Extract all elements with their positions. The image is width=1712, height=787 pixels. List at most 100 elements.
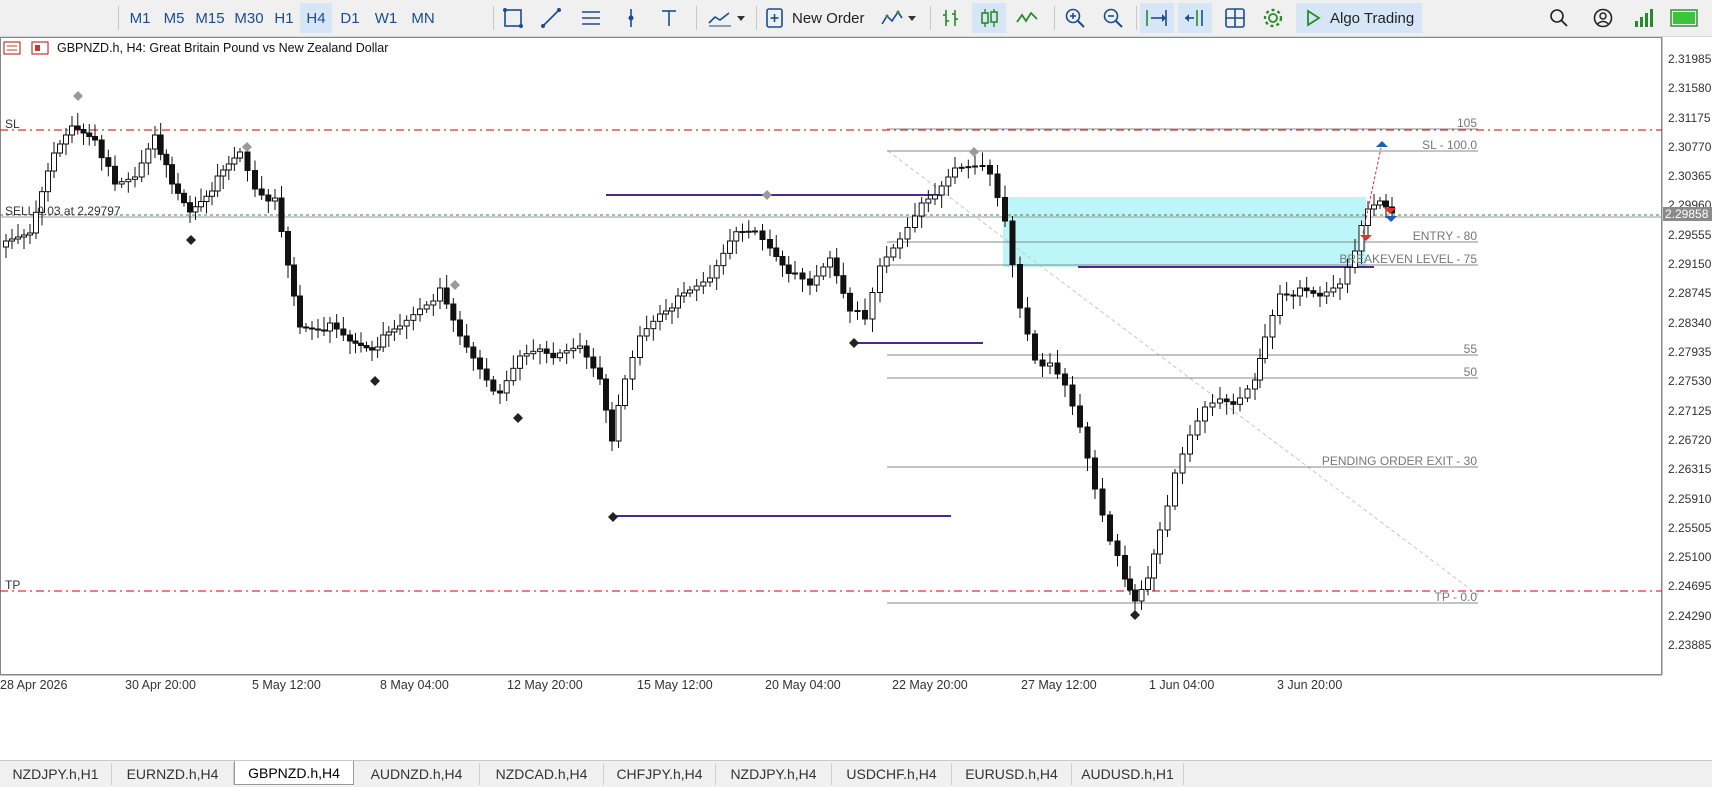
- candle-body: [483, 368, 490, 381]
- candlestick-chart-icon[interactable]: [972, 3, 1006, 33]
- text-tool-icon[interactable]: [654, 3, 684, 33]
- candle-body: [1172, 472, 1178, 507]
- chart-tab[interactable]: AUDNZD.h,H4: [354, 763, 480, 785]
- chart-window-icon-fill: [35, 45, 40, 51]
- timeframe-mn-button[interactable]: MN: [406, 3, 440, 33]
- candle-body: [1132, 589, 1138, 602]
- price-tick: 2.29555: [1668, 228, 1712, 242]
- candle-body: [1277, 293, 1283, 316]
- price-tick: 2.26720: [1668, 433, 1712, 447]
- candle-body: [1151, 553, 1157, 579]
- toolbar-separator: [493, 6, 494, 30]
- line-chart-icon[interactable]: [1012, 3, 1042, 33]
- supply-zone[interactable]: [1003, 197, 1366, 267]
- price-axis[interactable]: 2.31985 2.31580 2.31175 2.30770 2.30365 …: [1668, 52, 1712, 652]
- candle-body: [713, 265, 720, 279]
- chart-tab[interactable]: USDCHF.h,H4: [832, 763, 952, 785]
- candle-body: [833, 257, 840, 277]
- time-tick: 20 May 04:00: [765, 678, 841, 692]
- candle-body: [707, 277, 713, 283]
- signal-strength-icon[interactable]: [1630, 3, 1660, 33]
- candle-body: [1330, 287, 1337, 293]
- candle-body: [517, 355, 523, 369]
- chart-canvas[interactable]: GBPNZD.h, H4: Great Britain Pound vs New…: [0, 37, 1712, 760]
- candle-body: [1187, 434, 1193, 455]
- candle-body: [397, 325, 403, 330]
- candle-body: [854, 310, 861, 312]
- candle-body: [15, 236, 21, 240]
- vertical-line-tool-icon[interactable]: [616, 3, 646, 33]
- candle-body: [918, 202, 925, 217]
- candle-body: [669, 307, 675, 312]
- signals-dropdown-icon[interactable]: [880, 3, 920, 33]
- candle-body: [958, 166, 965, 169]
- chart-tab[interactable]: EURUSD.h,H4: [952, 763, 1072, 785]
- candle-body: [570, 347, 577, 352]
- account-icon[interactable]: [1588, 3, 1618, 33]
- candle-body: [897, 238, 903, 249]
- candle-body: [752, 230, 758, 233]
- timeframe-h1-button[interactable]: H1: [270, 3, 298, 33]
- fib-label: BREAKEVEN LEVEL - 75: [1339, 252, 1477, 266]
- candle-body: [537, 348, 543, 352]
- crosshair-tool-icon[interactable]: [498, 3, 528, 33]
- candle-body: [1209, 402, 1216, 408]
- candle-body: [340, 328, 347, 336]
- settings-gear-icon[interactable]: [1258, 3, 1288, 33]
- candle-body: [105, 157, 112, 167]
- plot-area: [0, 37, 1662, 675]
- candle-body: [590, 356, 597, 369]
- candle-body: [663, 310, 669, 315]
- candle-body: [603, 378, 609, 411]
- candle-body: [27, 232, 33, 236]
- toolbar-separator: [1136, 6, 1137, 30]
- chart-shift-icon[interactable]: [1178, 3, 1212, 33]
- new-order-button[interactable]: New Order: [764, 3, 868, 33]
- time-tick: 28 Apr 2026: [0, 678, 67, 692]
- grid-layout-icon[interactable]: [1220, 3, 1250, 33]
- search-icon[interactable]: [1544, 3, 1574, 33]
- chart-tab[interactable]: NZDJPY.h,H4: [716, 763, 832, 785]
- candle-body: [1017, 264, 1023, 309]
- timeframe-d1-button[interactable]: D1: [334, 3, 366, 33]
- chart-tab[interactable]: CHFJPY.h,H4: [604, 763, 716, 785]
- timeframe-m15-button[interactable]: M15: [192, 3, 228, 33]
- price-chart[interactable]: GBPNZD.h, H4: Great Britain Pound vs New…: [0, 37, 1712, 760]
- auto-scroll-icon[interactable]: [1140, 3, 1174, 33]
- candle-body: [637, 335, 643, 358]
- timeframe-m30-button[interactable]: M30: [230, 3, 268, 33]
- candle-body: [912, 215, 918, 228]
- candle-body: [244, 151, 251, 171]
- chart-tab[interactable]: EURNZD.h,H4: [112, 763, 234, 785]
- chart-tab-active[interactable]: GBPNZD.h,H4: [234, 761, 354, 785]
- candle-body: [1039, 359, 1046, 367]
- algo-trading-button[interactable]: Algo Trading: [1296, 3, 1422, 33]
- chart-tab[interactable]: AUDUSD.h,H1: [1072, 763, 1184, 785]
- price-tick: 2.29150: [1668, 257, 1712, 271]
- time-tick: 8 May 04:00: [380, 678, 449, 692]
- time-axis[interactable]: 28 Apr 2026 30 Apr 20:00 5 May 12:00 8 M…: [0, 678, 1342, 692]
- indicators-dropdown-icon[interactable]: [704, 3, 750, 33]
- chart-tab[interactable]: NZDJPY.h,H1: [0, 763, 112, 785]
- candle-body: [1092, 457, 1098, 490]
- sell-order-label: SELL 0.03 at 2.29797: [5, 204, 121, 218]
- trendline-tool-icon[interactable]: [536, 3, 566, 33]
- timeframe-h4-button[interactable]: H4: [300, 3, 332, 33]
- zoom-in-icon[interactable]: [1060, 3, 1090, 33]
- chart-tabs: NZDJPY.h,H1 EURNZD.h,H4 GBPNZD.h,H4 AUDN…: [0, 760, 1712, 787]
- candle-body: [869, 292, 876, 320]
- timeframe-m1-button[interactable]: M1: [124, 3, 156, 33]
- candle-body: [987, 165, 993, 175]
- candle-body: [693, 285, 700, 291]
- bar-chart-icon[interactable]: [936, 3, 966, 33]
- channel-tool-icon[interactable]: [576, 3, 606, 33]
- candle-body: [1310, 290, 1317, 294]
- candle-body: [945, 176, 952, 187]
- candle-body: [925, 198, 932, 204]
- candle-body: [278, 197, 285, 232]
- chart-tab[interactable]: NZDCAD.h,H4: [480, 763, 604, 785]
- timeframe-m5-button[interactable]: M5: [158, 3, 190, 33]
- zoom-out-icon[interactable]: [1098, 3, 1128, 33]
- timeframe-w1-button[interactable]: W1: [370, 3, 402, 33]
- candle-body: [1062, 373, 1068, 386]
